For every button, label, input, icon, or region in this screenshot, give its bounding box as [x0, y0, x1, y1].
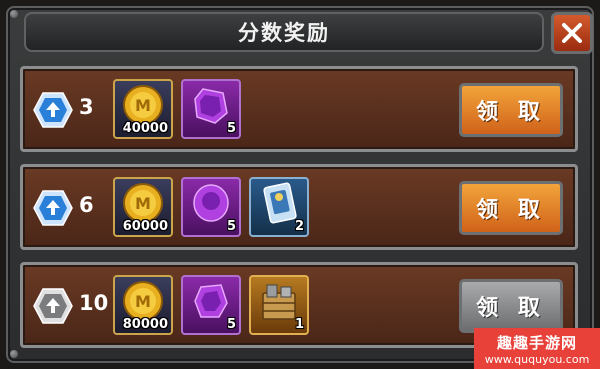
item-quantity: 60000 [122, 219, 168, 234]
item-quantity: 5 [226, 121, 236, 136]
item-quantity: 1 [294, 317, 304, 332]
svg-text:M: M [135, 292, 151, 311]
reward-item[interactable]: 5 [181, 275, 241, 335]
silver-hexagon-rank-icon [33, 288, 73, 324]
item-quantity: 40000 [122, 121, 168, 136]
reward-item[interactable]: M 40000 [113, 79, 173, 139]
item-quantity: 80000 [122, 317, 168, 332]
reward-item[interactable]: 2 [249, 177, 309, 237]
reward-row: 3 M 40000 5 领 取 [20, 66, 578, 152]
claim-button-label: 领 取 [476, 198, 546, 223]
dialog-title: 分数奖励 [238, 21, 330, 45]
reward-item[interactable]: 1 [249, 275, 309, 335]
svg-text:M: M [135, 96, 151, 115]
item-quantity: 5 [226, 317, 236, 332]
blue-hexagon-rank-icon [33, 190, 73, 226]
item-quantity: 5 [226, 219, 236, 234]
claim-button-label: 领 取 [476, 296, 546, 321]
reward-item[interactable]: 5 [181, 79, 241, 139]
claim-button[interactable]: 领 取 [459, 83, 563, 137]
score-value: 3 [79, 95, 94, 119]
title-bar: 分数奖励 [24, 12, 544, 52]
close-x-icon [562, 23, 582, 43]
watermark-title: 趣趣手游网 [496, 333, 577, 352]
bolt-icon [10, 10, 18, 18]
svg-text:M: M [135, 194, 151, 213]
blue-hexagon-rank-icon [33, 92, 73, 128]
reward-row: 6 M 60000 5 2 领 取 [20, 164, 578, 250]
bolt-icon [10, 350, 18, 358]
reward-item[interactable]: M 60000 [113, 177, 173, 237]
reward-item[interactable]: M 80000 [113, 275, 173, 335]
item-quantity: 2 [294, 219, 304, 234]
score-value: 10 [79, 291, 109, 315]
score-value: 6 [79, 193, 94, 217]
claim-button-label: 领 取 [476, 100, 546, 125]
claim-button[interactable]: 领 取 [459, 181, 563, 235]
watermark-url: www.ququyou.com [484, 352, 590, 366]
reward-item[interactable]: 5 [181, 177, 241, 237]
site-watermark: 趣趣手游网 www.ququyou.com [474, 328, 600, 369]
claim-button[interactable]: 领 取 [459, 279, 563, 333]
close-button[interactable] [551, 12, 593, 54]
